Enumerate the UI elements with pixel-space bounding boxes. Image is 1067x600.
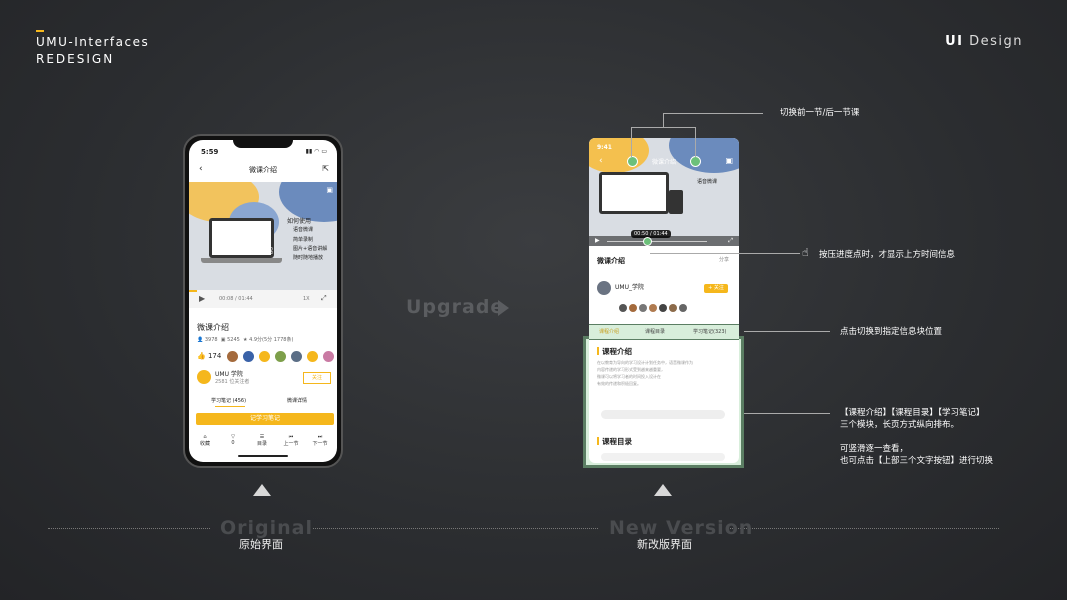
speed-button[interactable]: 1X xyxy=(303,296,310,302)
up-arrow-icon xyxy=(654,484,672,496)
avatar xyxy=(291,351,302,362)
tabbar-like[interactable]: ▽ 0 xyxy=(223,434,243,446)
nav-title: 微课介绍 xyxy=(249,166,277,174)
brand-title: UMU-Interfaces xyxy=(36,35,150,49)
play-icon[interactable] xyxy=(257,222,269,238)
avatar xyxy=(619,304,627,312)
brand-accent-bar xyxy=(36,30,44,32)
upgrade-label: Upgrade xyxy=(406,296,505,318)
learners-icon: 👤 xyxy=(197,337,204,343)
section-tabs: 课程介绍 课程目录 学习笔记(323) xyxy=(589,324,739,340)
annotation-scroll-1: 可竖滑逐一查看， xyxy=(840,444,909,454)
video-heading: 如何使用 xyxy=(287,218,312,225)
pip-icon[interactable]: ▣ xyxy=(326,186,333,194)
follow-button[interactable]: 关注 xyxy=(303,372,331,384)
fullscreen-icon[interactable]: ⤢ xyxy=(321,294,327,303)
author-avatar[interactable] xyxy=(197,370,211,384)
new-pip-icon[interactable]: ▣ xyxy=(725,156,733,165)
comment-icon: ▣ xyxy=(220,337,226,343)
avatar xyxy=(669,304,677,312)
author-followers: 2581 位关注者 xyxy=(215,379,250,385)
annotation-press-progress: 按压进度点时，才显示上方时间信息 xyxy=(819,250,956,260)
ui-design-label: UI Design xyxy=(945,34,1023,49)
tab-toc[interactable]: 课程目录 xyxy=(645,328,665,335)
progress-time: 00:08 / 01:44 xyxy=(219,296,253,302)
original-phone: 5:59 ▮▮ ◠ ▭ ‹ 微课介绍 ⇱ 微课介绍 如何使用 语音微课 简单录制… xyxy=(183,134,343,468)
tabbar-collect[interactable]: ⌂ 收藏 xyxy=(195,434,215,447)
avatar xyxy=(679,304,687,312)
new-nav-title: 微课介绍 xyxy=(651,159,676,166)
tab-notes[interactable]: 学习笔记(323) xyxy=(693,328,726,335)
upgrade-arrow-icon xyxy=(498,300,509,316)
annotation-switch-lesson: 切换前一节/后一节课 xyxy=(780,108,860,118)
learners-strip xyxy=(601,410,725,419)
tabbar-toc[interactable]: ☰ 目录 xyxy=(252,434,272,447)
new-video-sub: 语音微课 xyxy=(697,179,718,185)
intro-text-line: 在以教育为导向的学习设计计划任务中，语音微课作为 xyxy=(597,360,693,365)
tap-hand-icon: ☝ xyxy=(802,246,809,259)
annotation-modules-1: 【课程介绍】【课程目录】【学习笔记】 xyxy=(840,408,985,418)
video-caption: 微课介绍 xyxy=(245,247,273,255)
new-fullscreen-icon[interactable]: ⤢ xyxy=(728,237,733,245)
video-bullet: 随时随地播放 xyxy=(293,255,324,261)
course-stats: 👤 3978 ▣ 5245 ★ 4.9分(5分 1778条) xyxy=(197,337,294,343)
new-version-caption: 新改版界面 xyxy=(637,538,692,551)
avatar xyxy=(307,351,318,362)
section-toc-title: 课程目录 xyxy=(602,437,632,446)
tab-intro[interactable]: 课程介绍 xyxy=(599,328,619,335)
original-screen: 5:59 ▮▮ ◠ ▭ ‹ 微课介绍 ⇱ 微课介绍 如何使用 语音微课 简单录制… xyxy=(189,140,337,462)
new-author-avatar[interactable] xyxy=(597,281,611,295)
annotation-tab-jump: 点击切换到指定信息块位置 xyxy=(840,327,943,337)
brand-subtitle: REDESIGN xyxy=(36,52,115,66)
annotation-modules-2: 三个模块，长页方式纵向排布。 xyxy=(840,420,960,430)
new-follow-button[interactable]: + 关注 xyxy=(704,284,728,293)
intro-text-line: 微课可以将学习者的时间投入设计在 xyxy=(597,374,661,379)
new-status-time: 9:41 xyxy=(597,144,612,151)
avatar xyxy=(659,304,667,312)
toc-search[interactable] xyxy=(601,453,725,461)
tab-details[interactable]: 微课详情 xyxy=(287,397,307,404)
section-intro-title: 课程介绍 xyxy=(602,347,632,356)
video-player[interactable]: 微课介绍 如何使用 语音微课 简单录制 图片+语音讲解 随时随地播放 ▣ xyxy=(189,182,337,290)
avatar xyxy=(243,351,254,362)
progress-knob[interactable] xyxy=(643,237,652,246)
video-sub: 语音微课 xyxy=(293,227,314,233)
share-icon[interactable]: ⇱ xyxy=(322,164,329,173)
thumb-icon: 👍 xyxy=(197,352,206,360)
intro-text-line: 有效的传递和积极回复。 xyxy=(597,381,641,386)
tabbar-next[interactable]: ⏭ 下一节 xyxy=(310,434,330,447)
avatar xyxy=(227,351,238,362)
write-note-button[interactable]: 记学习笔记 xyxy=(196,413,334,425)
new-course-title: 微课介绍 xyxy=(597,257,625,265)
new-share-button[interactable]: 分享 xyxy=(719,256,729,263)
video-bullet: 图片+语音讲解 xyxy=(293,246,328,252)
up-arrow-icon xyxy=(253,484,271,496)
avatar xyxy=(259,351,270,362)
play-button[interactable]: ▶ xyxy=(199,294,205,303)
avatar xyxy=(275,351,286,362)
avatar xyxy=(323,351,334,362)
star-icon: ★ xyxy=(243,337,248,343)
author-name: UMU 学院 xyxy=(215,371,243,378)
avatar xyxy=(649,304,657,312)
original-caption: 原始界面 xyxy=(239,538,283,551)
next-lesson-button[interactable] xyxy=(690,156,701,167)
new-play-button[interactable]: ▶ xyxy=(595,237,600,244)
avatar xyxy=(629,304,637,312)
video-controls: ▶ 00:08 / 01:44 1X ⤢ xyxy=(189,290,337,308)
new-video-player[interactable]: 语音微课 9:41 ‹ 微课介绍 ▣ 00:50 / 01:44 ▶ ⤢ xyxy=(589,138,739,246)
intro-text-line: 内容传递的学习形式受到越来越重要， xyxy=(597,367,665,372)
status-icons: ▮▮ ◠ ▭ xyxy=(305,148,327,155)
video-bullet: 简单录制 xyxy=(293,237,314,243)
new-author-name: UMU_学院 xyxy=(615,284,644,291)
avatar xyxy=(639,304,647,312)
annotation-scroll-2: 也可点击【上部三个文字按钮】进行切换 xyxy=(840,456,994,466)
course-title: 微课介绍 xyxy=(197,323,229,332)
new-phone: 语音微课 9:41 ‹ 微课介绍 ▣ 00:50 / 01:44 ▶ ⤢ 微课介… xyxy=(589,138,739,463)
status-time: 5:59 xyxy=(201,148,219,156)
like-count[interactable]: 👍 174 xyxy=(197,352,221,360)
tab-notes[interactable]: 学习笔记 (456) xyxy=(211,397,246,404)
prev-lesson-button[interactable] xyxy=(627,156,638,167)
tabbar-prev[interactable]: ⏮ 上一节 xyxy=(281,434,301,447)
